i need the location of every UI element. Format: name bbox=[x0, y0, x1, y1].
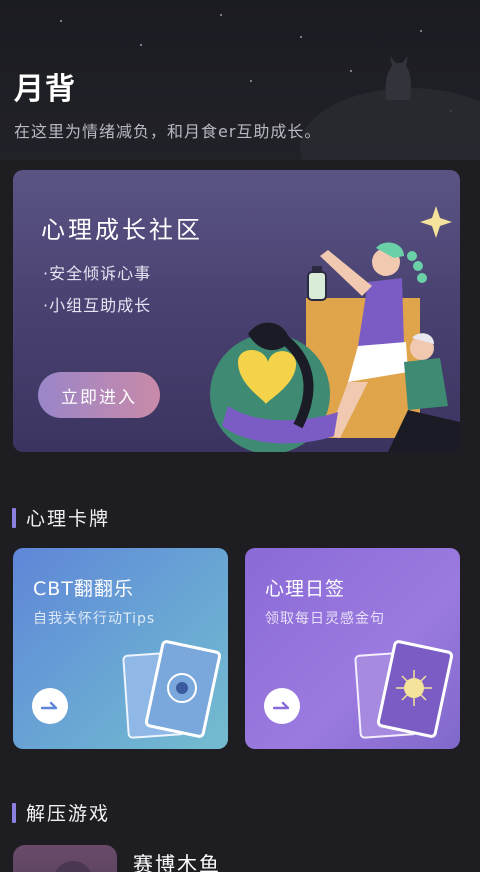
section-header-cards: 心理卡牌 bbox=[12, 504, 110, 531]
arrow-right-icon[interactable] bbox=[32, 688, 68, 724]
tarot-cards-illustration bbox=[354, 640, 454, 739]
enter-community-button[interactable]: 立即进入 bbox=[38, 372, 160, 418]
community-title: 心理成长社区 bbox=[41, 216, 203, 244]
daily-quote-card[interactable]: 心理日签 领取每日灵感金句 bbox=[245, 548, 460, 749]
section-accent-bar bbox=[12, 802, 16, 823]
page-title: 月背 bbox=[14, 72, 76, 107]
community-illustration bbox=[210, 206, 460, 452]
card-description: 自我关怀行动Tips bbox=[33, 611, 156, 627]
tarot-cards-illustration bbox=[122, 640, 222, 739]
section-title: 心理卡牌 bbox=[26, 508, 111, 530]
arrow-right-icon[interactable] bbox=[264, 688, 300, 724]
wooden-fish-icon bbox=[53, 861, 93, 872]
card-title: 心理日签 bbox=[265, 578, 346, 600]
section-title: 解压游戏 bbox=[26, 803, 111, 825]
community-point: ·安全倾诉心事 bbox=[43, 264, 152, 283]
section-header-games: 解压游戏 bbox=[12, 799, 110, 826]
game-title[interactable]: 赛博木鱼 bbox=[133, 848, 221, 872]
section-accent-bar bbox=[12, 507, 16, 528]
community-point: ·小组互助成长 bbox=[43, 296, 152, 315]
page-subtitle: 在这里为情绪减负，和月食er互助成长。 bbox=[14, 122, 322, 141]
community-banner-card[interactable]: 心理成长社区 ·安全倾诉心事 ·小组互助成长 立即进入 bbox=[13, 170, 460, 452]
card-description: 领取每日灵感金句 bbox=[265, 611, 385, 627]
cbt-card[interactable]: CBT翻翻乐 自我关怀行动Tips bbox=[13, 548, 228, 749]
game-thumbnail[interactable] bbox=[13, 845, 117, 872]
card-title: CBT翻翻乐 bbox=[33, 578, 134, 600]
cat-silhouette-icon bbox=[385, 56, 411, 100]
